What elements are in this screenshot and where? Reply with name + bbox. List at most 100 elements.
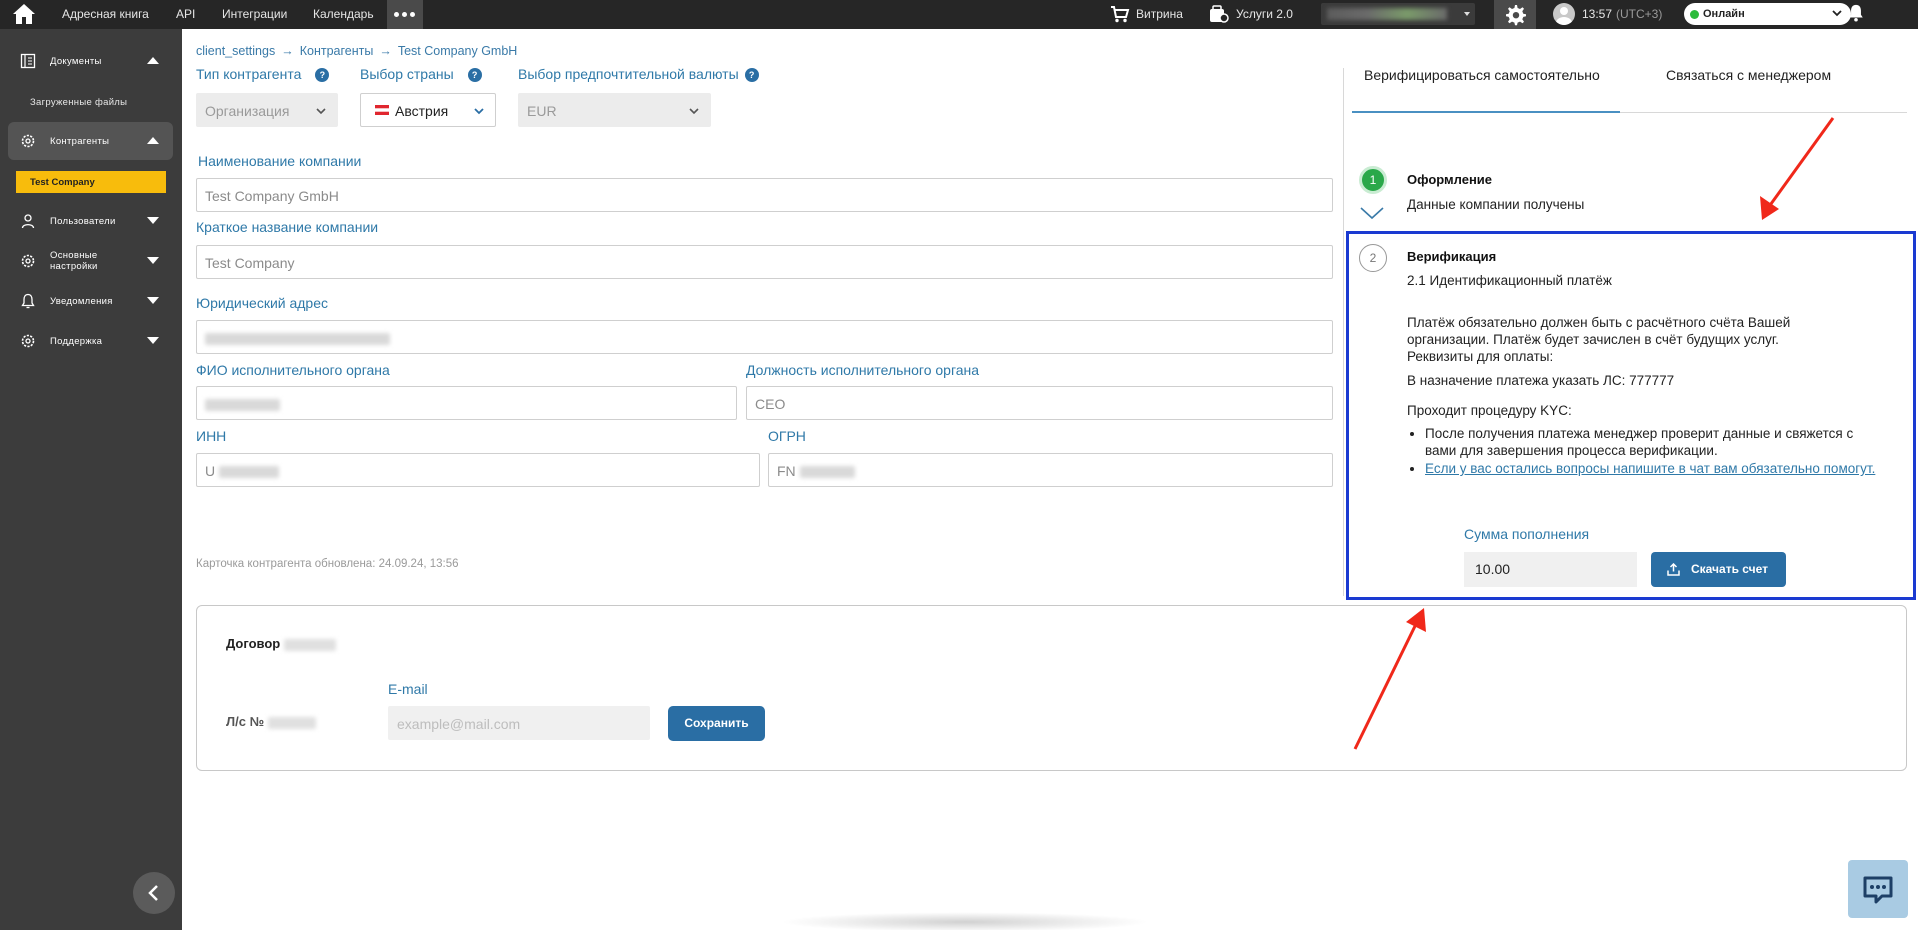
country-select[interactable]: Австрия bbox=[360, 93, 496, 127]
amount-label: Сумма пополнения bbox=[1464, 526, 1590, 542]
tab-contact-manager[interactable]: Связаться с менеджером bbox=[1666, 67, 1831, 83]
sidebar-item-label: Уведомления bbox=[50, 296, 113, 307]
sidebar-collapse-button[interactable] bbox=[133, 872, 175, 914]
short-name-label: Краткое название компании bbox=[196, 219, 379, 235]
ogrn-input[interactable]: FN bbox=[768, 453, 1333, 487]
chevron-down-icon[interactable] bbox=[1359, 205, 1385, 221]
breadcrumb-item[interactable]: Test Company GmbH bbox=[398, 44, 517, 58]
save-button[interactable]: Сохранить bbox=[668, 706, 765, 741]
status-label: Онлайн bbox=[1703, 8, 1745, 20]
scroll-shadow bbox=[780, 912, 1150, 930]
help-icon[interactable]: ? bbox=[315, 68, 330, 82]
sidebar-item-notifications[interactable]: Уведомления bbox=[8, 282, 173, 320]
status-select[interactable]: Онлайн bbox=[1684, 3, 1851, 25]
address-input[interactable] bbox=[196, 320, 1333, 354]
chevron-down-icon bbox=[1832, 10, 1842, 17]
cart-icon[interactable] bbox=[1110, 5, 1130, 23]
sidebar-item-documents[interactable]: Документы bbox=[8, 42, 173, 80]
gear-icon bbox=[21, 134, 35, 148]
type-label: Тип контрагента? bbox=[196, 66, 330, 82]
services-icon[interactable] bbox=[1209, 5, 1229, 23]
inn-input[interactable]: U bbox=[196, 453, 760, 487]
expand-arrow-icon bbox=[147, 217, 159, 224]
contract-title: Договор bbox=[226, 636, 336, 651]
download-invoice-button[interactable]: Скачать счет bbox=[1651, 552, 1786, 587]
redacted-value bbox=[205, 333, 390, 346]
step-2-subtitle: 2.1 Идентификационный платёж bbox=[1407, 273, 1612, 288]
email-input[interactable]: example@mail.com bbox=[388, 706, 650, 740]
sidebar-item-uploaded-files[interactable]: Загруженные файлы bbox=[30, 97, 127, 108]
arrow-head bbox=[1760, 196, 1779, 220]
bell-icon bbox=[21, 293, 35, 309]
account-number: Л/с № bbox=[226, 714, 316, 729]
country-value: Австрия bbox=[395, 103, 449, 119]
chevron-left-icon bbox=[148, 885, 158, 901]
clock-timezone: (UTC+3) bbox=[1616, 7, 1663, 21]
expand-arrow-icon bbox=[147, 257, 159, 264]
settings-button[interactable] bbox=[1494, 0, 1536, 29]
sidebar-item-test-company[interactable]: Test Company bbox=[16, 171, 166, 193]
step-1-title: Оформление bbox=[1407, 172, 1493, 187]
exec-position-input[interactable]: CEO bbox=[746, 386, 1333, 420]
nav-api[interactable]: API bbox=[176, 7, 195, 21]
collapse-arrow-icon bbox=[147, 57, 159, 64]
company-name-input[interactable]: Test Company GmbH bbox=[196, 178, 1333, 212]
exec-name-label: ФИО исполнительного органа bbox=[196, 362, 390, 378]
sidebar-item-main-settings[interactable]: Основные настройки bbox=[8, 242, 173, 280]
home-icon[interactable] bbox=[12, 3, 36, 25]
chevron-down-icon bbox=[689, 108, 699, 115]
austria-flag-icon bbox=[375, 105, 389, 115]
step-1-indicator: 1 bbox=[1359, 166, 1387, 194]
updated-timestamp: Карточка контрагента обновлена: 24.09.24… bbox=[196, 558, 459, 570]
inn-prefix: U bbox=[205, 463, 216, 479]
nav-services[interactable]: Услуги 2.0 bbox=[1236, 7, 1293, 21]
exec-name-input[interactable] bbox=[196, 386, 737, 420]
payment-instructions: Платёж обязательно должен быть с расчётн… bbox=[1407, 315, 1791, 364]
step-1-text: Данные компании получены bbox=[1407, 197, 1585, 212]
expand-arrow-icon bbox=[147, 297, 159, 304]
currency-select[interactable]: EUR bbox=[518, 93, 711, 127]
avatar[interactable] bbox=[1553, 3, 1575, 25]
sidebar-item-counterparties[interactable]: Контрагенты bbox=[8, 122, 173, 160]
chat-help-link[interactable]: Если у вас остались вопросы напишите в ч… bbox=[1425, 461, 1875, 476]
verification-tabs: Верифицироваться самостоятельно Связатьс… bbox=[1352, 66, 1907, 113]
download-invoice-label: Скачать счет bbox=[1691, 562, 1768, 576]
kyc-heading: Проходит процедуру KYC: bbox=[1407, 403, 1572, 418]
nav-integrations[interactable]: Интеграции bbox=[222, 7, 287, 21]
tab-self-verify[interactable]: Верифицироваться самостоятельно bbox=[1364, 67, 1600, 83]
help-icon[interactable]: ? bbox=[467, 68, 482, 82]
chat-icon bbox=[1863, 876, 1893, 904]
company-name-label: Наименование компании bbox=[198, 153, 362, 169]
sidebar-item-label: Основные настройки bbox=[50, 250, 98, 272]
sidebar-item-label: Поддержка bbox=[50, 336, 103, 347]
bell-icon[interactable] bbox=[1846, 4, 1866, 22]
arrow-right-icon: → bbox=[281, 44, 294, 58]
nav-address-book[interactable]: Адресная книга bbox=[62, 7, 149, 21]
help-icon[interactable]: ? bbox=[744, 68, 759, 82]
sidebar-item-support[interactable]: Поддержка bbox=[8, 322, 173, 360]
active-tab-indicator bbox=[1352, 111, 1620, 113]
step-2-indicator: 2 bbox=[1359, 244, 1387, 272]
amount-input[interactable]: 10.00 bbox=[1464, 552, 1637, 587]
step-2-title: Верификация bbox=[1407, 249, 1497, 264]
payment-purpose: В назначение платежа указать ЛС: 777777 bbox=[1407, 373, 1675, 388]
sidebar-item-users[interactable]: Пользователи bbox=[8, 202, 173, 240]
account-select[interactable] bbox=[1321, 3, 1475, 25]
chat-button[interactable] bbox=[1848, 860, 1908, 918]
address-label: Юридический адрес bbox=[196, 295, 329, 311]
more-icon[interactable] bbox=[387, 0, 423, 29]
short-name-input[interactable]: Test Company bbox=[196, 245, 1333, 279]
email-label: E-mail bbox=[388, 681, 428, 697]
list-item: После получения платежа менеджер провери… bbox=[1425, 425, 1887, 459]
top-bar: Адресная книга API Интеграции Календарь … bbox=[0, 0, 1918, 29]
country-label: Выбор страны? bbox=[360, 66, 482, 82]
documents-icon bbox=[20, 53, 36, 69]
gear-icon bbox=[21, 254, 35, 268]
type-select[interactable]: Организация bbox=[196, 93, 338, 127]
breadcrumb-item[interactable]: Контрагенты bbox=[300, 44, 374, 58]
nav-showcase[interactable]: Витрина bbox=[1136, 7, 1183, 21]
contract-card: Договор Л/с № E-mail example@mail.com Со… bbox=[196, 605, 1907, 771]
breadcrumb-item[interactable]: client_settings bbox=[196, 44, 275, 58]
nav-calendar[interactable]: Календарь bbox=[313, 7, 374, 21]
redacted-value bbox=[799, 466, 855, 479]
